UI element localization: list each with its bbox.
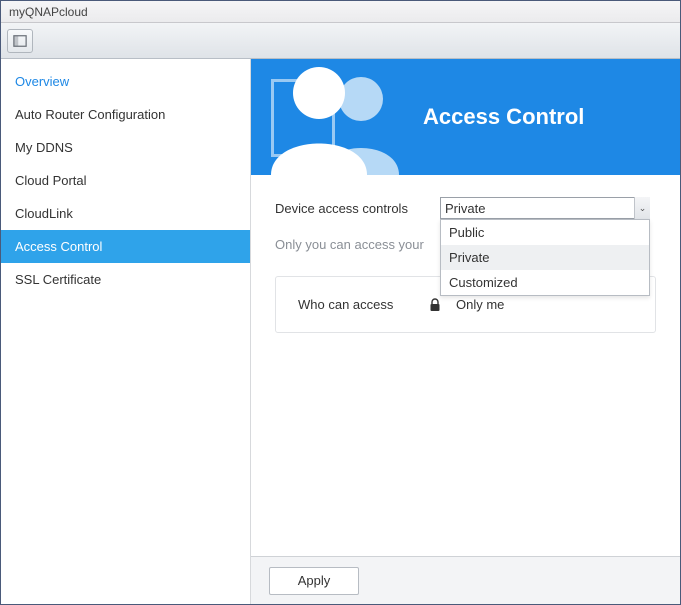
dropdown-option-label: Customized bbox=[449, 275, 518, 290]
sidebar-item-access-control[interactable]: Access Control bbox=[1, 230, 250, 263]
dropdown-option-customized[interactable]: Customized bbox=[441, 270, 649, 295]
who-can-access-value: Only me bbox=[456, 297, 504, 312]
hero-banner: Access Control bbox=[251, 59, 680, 175]
sidebar-item-cloud-portal[interactable]: Cloud Portal bbox=[1, 164, 250, 197]
sidebar-item-cloudlink[interactable]: CloudLink bbox=[1, 197, 250, 230]
lock-icon bbox=[428, 298, 442, 312]
titlebar: myQNAPcloud bbox=[1, 1, 680, 23]
sidebar-item-auto-router[interactable]: Auto Router Configuration bbox=[1, 98, 250, 131]
app-window: myQNAPcloud Overview Auto Router Configu… bbox=[0, 0, 681, 605]
sidebar-item-label: Auto Router Configuration bbox=[15, 107, 165, 122]
sidebar-item-label: Cloud Portal bbox=[15, 173, 87, 188]
body: Overview Auto Router Configuration My DD… bbox=[1, 59, 680, 604]
people-silhouette-icon bbox=[257, 59, 417, 175]
sidebar-item-label: My DDNS bbox=[15, 140, 73, 155]
sidebar-item-overview[interactable]: Overview bbox=[1, 65, 250, 98]
main-panel: Access Control Device access controls Pr… bbox=[251, 59, 680, 604]
dropdown-option-public[interactable]: Public bbox=[441, 220, 649, 245]
device-access-select[interactable]: Private ⌄ Public Private Customized bbox=[440, 197, 650, 219]
window-mode-icon[interactable] bbox=[7, 29, 33, 53]
select-value-text: Private bbox=[445, 201, 485, 216]
apply-button[interactable]: Apply bbox=[269, 567, 359, 595]
page-title: Access Control bbox=[423, 104, 584, 130]
select-value[interactable]: Private bbox=[440, 197, 650, 219]
sidebar-item-my-ddns[interactable]: My DDNS bbox=[1, 131, 250, 164]
content-area: Device access controls Private ⌄ Public … bbox=[251, 175, 680, 556]
dropdown-option-private[interactable]: Private bbox=[441, 245, 649, 270]
sidebar-item-label: SSL Certificate bbox=[15, 272, 101, 287]
dropdown-option-label: Public bbox=[449, 225, 484, 240]
device-access-label: Device access controls bbox=[275, 201, 440, 216]
dropdown-option-label: Private bbox=[449, 250, 489, 265]
who-can-access-label: Who can access bbox=[298, 297, 428, 312]
toolbar bbox=[1, 23, 680, 59]
sidebar-item-label: Access Control bbox=[15, 239, 102, 254]
sidebar-item-ssl-certificate[interactable]: SSL Certificate bbox=[1, 263, 250, 296]
footer-bar: Apply bbox=[251, 556, 680, 604]
sidebar: Overview Auto Router Configuration My DD… bbox=[1, 59, 251, 604]
device-access-row: Device access controls Private ⌄ Public … bbox=[275, 197, 656, 219]
apply-button-label: Apply bbox=[298, 573, 331, 588]
chevron-down-icon[interactable]: ⌄ bbox=[634, 197, 650, 219]
sidebar-item-label: Overview bbox=[15, 74, 69, 89]
sidebar-item-label: CloudLink bbox=[15, 206, 73, 221]
window-title: myQNAPcloud bbox=[9, 5, 88, 19]
device-access-dropdown: Public Private Customized bbox=[440, 219, 650, 296]
